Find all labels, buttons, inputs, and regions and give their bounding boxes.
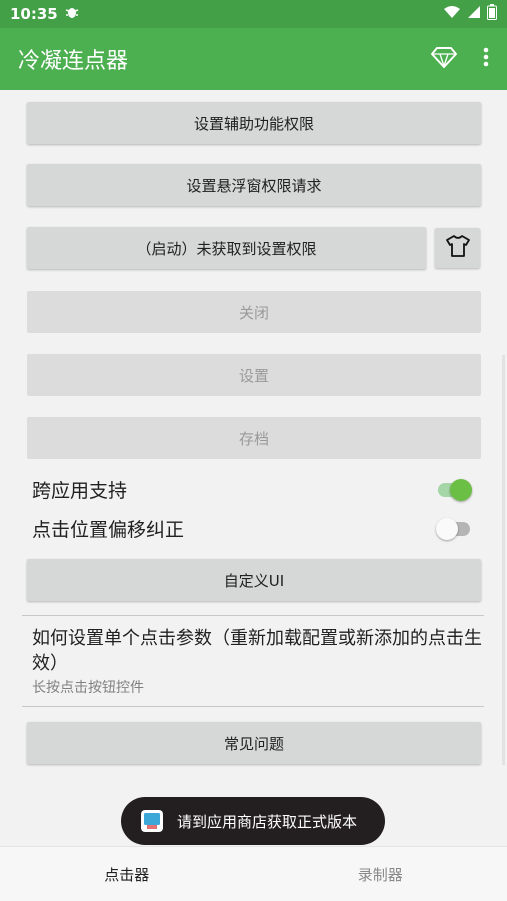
app-title: 冷凝连点器 [18, 43, 128, 75]
close-button[interactable]: 关闭 [27, 291, 481, 333]
offset-correction-label: 点击位置偏移纠正 [32, 515, 184, 542]
offset-correction-switch[interactable] [436, 518, 472, 538]
scrollbar[interactable] [502, 355, 505, 765]
bottom-nav: 点击器 录制器 [0, 846, 507, 901]
app-bar: 冷凝连点器 [0, 28, 507, 90]
status-time: 10:35 [10, 5, 58, 23]
howto-subtitle: 长按点击按钮控件 [32, 677, 144, 697]
cross-app-label: 跨应用支持 [32, 476, 127, 503]
divider [22, 706, 484, 707]
overlay-permission-button[interactable]: 设置悬浮窗权限请求 [27, 164, 481, 206]
status-icons [443, 4, 497, 24]
wifi-icon [443, 5, 461, 23]
archive-button[interactable]: 存档 [27, 417, 481, 459]
battery-icon [487, 4, 497, 24]
start-button[interactable]: （启动）未获取到设置权限 [27, 227, 426, 269]
cross-app-row: 跨应用支持 [32, 472, 472, 506]
app-store-icon [141, 810, 163, 832]
tab-clicker[interactable]: 点击器 [0, 847, 254, 901]
howto-title[interactable]: 如何设置单个点击参数（重新加载配置或新添加的点击生效） [32, 626, 482, 676]
divider [22, 615, 484, 616]
faq-button[interactable]: 常见问题 [27, 722, 481, 764]
tshirt-icon [446, 235, 470, 261]
signal-icon [467, 5, 481, 23]
settings-button[interactable]: 设置 [27, 354, 481, 396]
custom-ui-button[interactable]: 自定义UI [27, 559, 481, 601]
status-bar: 10:35 [0, 0, 507, 28]
tab-recorder[interactable]: 录制器 [254, 847, 507, 901]
offset-correction-row: 点击位置偏移纠正 [32, 511, 472, 545]
cross-app-switch[interactable] [436, 479, 472, 499]
diamond-icon[interactable] [431, 46, 457, 72]
toast: 请到应用商店获取正式版本 [121, 797, 385, 845]
bug-icon [64, 4, 80, 24]
theme-button[interactable] [435, 228, 480, 268]
accessibility-permission-button[interactable]: 设置辅助功能权限 [27, 102, 481, 144]
more-vert-icon[interactable] [483, 47, 489, 71]
toast-text: 请到应用商店获取正式版本 [177, 811, 357, 832]
